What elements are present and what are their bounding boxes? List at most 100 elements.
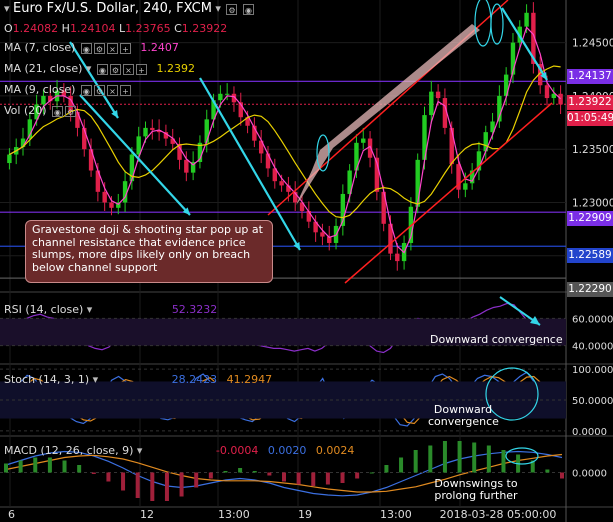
open-value: 1.24082 (12, 22, 59, 35)
candle-body (218, 93, 223, 101)
macd-legend[interactable]: MACD (12, 26, close, 9) ▾ -0.0004 0.0020… (4, 444, 354, 457)
macd-histogram-bar (62, 460, 67, 473)
ohlc-readout: O1.24082 H1.24104 L1.23765 C1.23922 (4, 22, 228, 35)
stoch-tick-label: 100.0000 (572, 365, 613, 376)
close-value: 1.23922 (181, 22, 228, 35)
macd-histogram-bar (238, 468, 243, 473)
candle-body (435, 91, 441, 99)
macd-hist-value: -0.0004 (215, 444, 259, 457)
macd-histogram-bar (47, 457, 52, 473)
macd-histogram-bar (179, 472, 184, 497)
macd-histogram-bar (150, 472, 155, 501)
stoch-legend[interactable]: Stoch (14, 3, 1) ▾ 28.2423 41.2947 (4, 373, 272, 386)
x-tick-label: 6 (8, 508, 15, 521)
macd-histogram-bar (413, 450, 418, 473)
chevron-down-icon[interactable]: ▾ (215, 2, 221, 15)
gear-icon[interactable]: ⚙ (93, 84, 105, 96)
trend-arrow-line (79, 94, 191, 216)
gear-icon[interactable]: ⚙ (109, 63, 121, 75)
macd-histogram-bar (164, 472, 169, 501)
x-tick-label: 13:00 (218, 508, 250, 521)
high-value: 1.24104 (69, 22, 116, 35)
macd-histogram-bar (267, 472, 272, 476)
macd-histogram-bar (399, 457, 404, 473)
gear-icon[interactable]: ⚙ (93, 42, 105, 54)
candle-body (395, 253, 400, 262)
candle-body (463, 183, 468, 190)
plus-icon[interactable]: + (135, 63, 147, 75)
macd-value: 0.0020 (267, 444, 307, 457)
candle-body (544, 85, 550, 99)
eye-icon[interactable]: ◉ (242, 3, 254, 15)
volume-legend[interactable]: Vol (20) ◉ ⚙ (4, 104, 77, 117)
candle-body (143, 127, 148, 137)
macd-histogram-bar (4, 463, 8, 473)
last-price-tag: 1.23922 (567, 95, 613, 110)
eye-icon[interactable]: ◉ (80, 84, 92, 96)
chevron-down-icon[interactable]: ▾ (4, 2, 10, 15)
symbol-header[interactable]: ▾ Euro Fx/U.S. Dollar, 240, FXCM ▾ ⚙ ◉ (4, 2, 254, 15)
macd-histogram-bar (282, 472, 286, 482)
candle-body (558, 93, 563, 105)
macd-histogram-bar (428, 445, 433, 473)
rsi-note: Downward convergence (430, 333, 563, 346)
macd-tick-label: 0.0000 (572, 469, 607, 480)
ma7-legend[interactable]: MA (7, close) ◉ ⚙ × + 1.2407 (4, 41, 179, 54)
retracement-wedge (296, 24, 480, 205)
eye-icon[interactable]: ◉ (80, 42, 92, 54)
ma21-value: 1.2392 (156, 62, 195, 75)
macd-histogram-bar (486, 445, 491, 473)
macd-histogram-bar (91, 472, 96, 474)
close-icon[interactable]: × (122, 63, 134, 75)
macd-histogram-bar (33, 457, 38, 473)
gear-icon[interactable]: ⚙ (226, 3, 238, 15)
stoch-k-value: 28.2423 (171, 373, 218, 386)
chevron-down-icon[interactable]: ▾ (87, 303, 93, 316)
rsi-legend[interactable]: RSI (14, close) ▾ 52.3232 (4, 303, 217, 316)
candle-body (224, 93, 230, 95)
macd-histogram-bar (18, 460, 23, 473)
candle-body (524, 12, 529, 27)
eye-icon[interactable]: ◉ (96, 63, 108, 75)
stoch-d-value: 41.2947 (226, 373, 273, 386)
ma21-legend[interactable]: MA (21, close) ▾ ◉ ⚙ × + 1.2392 (4, 62, 195, 75)
macd-histogram-bar (106, 472, 111, 482)
gear-icon[interactable]: ⚙ (65, 105, 77, 117)
stoch-tick-label: 0.0000 (572, 427, 607, 438)
x-tick-label: 13:00 (380, 508, 412, 521)
macd-histogram-bar (369, 472, 374, 474)
plus-icon[interactable]: + (119, 42, 131, 54)
macd-histogram-bar (135, 472, 140, 498)
candle-body (367, 138, 373, 158)
stoch-tick-label: 50.0000 (572, 396, 613, 407)
rsi-tick-label: 60.0000 (572, 314, 613, 325)
macd-histogram-bar (340, 472, 345, 483)
close-icon[interactable]: × (106, 84, 118, 96)
macd-histogram-bar (208, 472, 213, 479)
macd-note: Downswings to prolong further (434, 477, 518, 502)
chart-window: { "header": { "symbol": "Euro Fx/U.S. Do… (0, 0, 613, 522)
macd-histogram-bar (472, 442, 477, 473)
eye-icon[interactable]: ◉ (52, 105, 64, 117)
candle-body (184, 159, 189, 173)
highlight-ellipse (505, 447, 539, 465)
chevron-down-icon[interactable]: ▾ (137, 444, 143, 457)
close-icon[interactable]: × (106, 42, 118, 54)
chevron-down-icon[interactable]: ▾ (93, 373, 99, 386)
ma9-legend[interactable]: MA (9, close) ◉ ⚙ × + (4, 83, 131, 96)
macd-histogram-bar (442, 441, 447, 473)
macd-histogram-bar (325, 472, 330, 485)
analysis-callout: Gravestone doji & shooting star pop up a… (25, 220, 273, 283)
plus-icon[interactable]: + (119, 84, 131, 96)
x-tick-label: 19 (298, 508, 312, 521)
candle-body (279, 181, 284, 186)
candle-body (265, 153, 271, 169)
macd-histogram-bar (77, 465, 82, 473)
macd-signal-value: 0.0024 (315, 444, 355, 457)
candle-body (361, 138, 366, 143)
candle-body (320, 232, 325, 237)
level-tag: 1.24137 (567, 69, 613, 84)
chevron-down-icon[interactable]: ▾ (86, 62, 92, 75)
rsi-value: 52.3232 (171, 303, 218, 316)
price-tick-label: 1.23000 (572, 197, 613, 209)
